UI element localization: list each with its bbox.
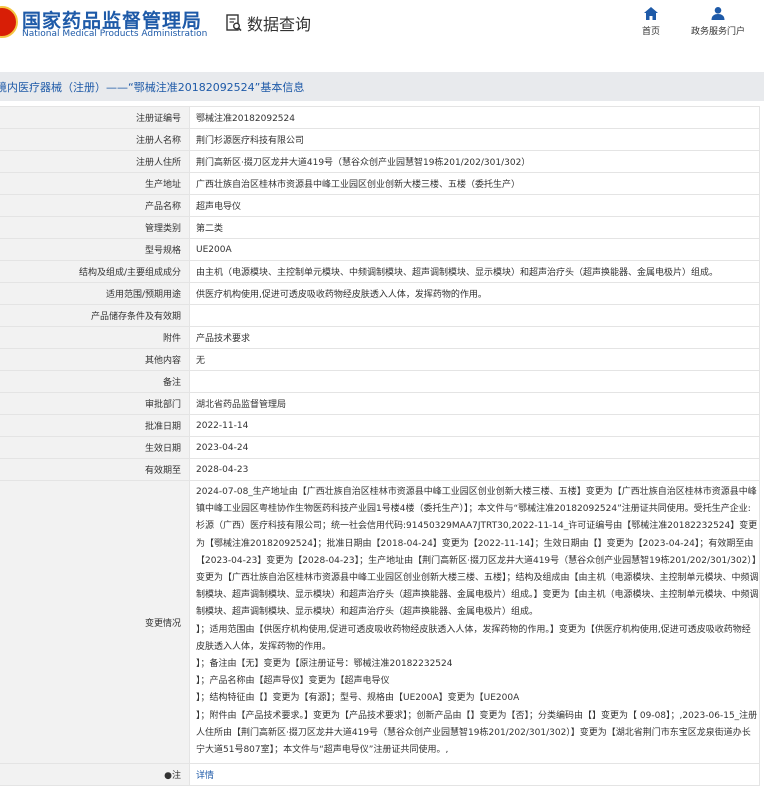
field-label: 注册人名称	[0, 128, 190, 151]
change-history-text: 】；产品名称由【超声导仪】变更为【超声电导仪	[196, 676, 390, 687]
field-label: 审批部门	[0, 392, 190, 415]
table-row: 注册人名称 荆门杉源医疗科技有限公司	[0, 128, 760, 151]
home-icon	[644, 7, 658, 20]
field-value: 2028-04-23	[189, 458, 760, 481]
table-row: 生产地址 广西壮族自治区桂林市资源县中峰工业园区创业创新大楼三楼、五楼（委托生产）	[0, 172, 760, 195]
note-label: ●注	[0, 763, 190, 787]
field-label: 注册人住所	[0, 150, 190, 173]
table-row: 适用范围/预期用途 供医疗机构使用,促进可透皮吸收药物经皮肤透入人体，发挥药物的作…	[0, 282, 760, 305]
table-row: 批准日期 2022-11-14	[0, 414, 760, 437]
field-value: 由主机（电源模块、主控制单元模块、中频调制模块、超声调制模块、显示模块）和超声治…	[189, 260, 760, 283]
table-row: 有效期至 2028-04-23	[0, 458, 760, 481]
field-value: 鄂械注准20182092524	[189, 106, 760, 129]
note-value: 详情	[189, 763, 760, 787]
field-value: 超声电导仪	[189, 194, 760, 217]
field-value: 第二类	[189, 216, 760, 239]
change-history-value: 2024-07-08_生产地址由【广西壮族自治区桂林市资源县中峰工业园区创业创新…	[189, 479, 760, 765]
note-row: ●注 详情	[0, 763, 760, 787]
field-value: 广西壮族自治区桂林市资源县中峰工业园区创业创新大楼三楼、五楼（委托生产）	[189, 172, 760, 195]
field-label: 型号规格	[0, 238, 190, 261]
table-row: 管理类别 第二类	[0, 216, 760, 239]
field-label: 生效日期	[0, 436, 190, 459]
change-history-label: 变更情况	[0, 479, 190, 765]
nav-service-portal[interactable]: 政务服务门户	[673, 7, 763, 37]
field-value: UE200A	[189, 238, 760, 261]
table-row: 产品储存条件及有效期	[0, 304, 760, 327]
page-title: 境内医疗器械（注册）——“鄂械注准20182092524”基本信息	[0, 81, 305, 94]
field-value: 2023-04-24	[189, 436, 760, 459]
table-row: 生效日期 2023-04-24	[0, 436, 760, 459]
field-value: 湖北省药品监督管理局	[189, 392, 760, 415]
change-history-text: 】；备注由【无】变更为【原注册证号：鄂械注准20182232524	[196, 659, 453, 670]
document-search-icon	[226, 14, 242, 32]
table-row: 附件 产品技术要求	[0, 326, 760, 349]
change-history-row: 变更情况 2024-07-08_生产地址由【广西壮族自治区桂林市资源县中峰工业园…	[0, 479, 760, 765]
user-icon	[711, 7, 725, 20]
field-value: 产品技术要求	[189, 326, 760, 349]
field-value: 荆门高新区·掇刀区龙井大道419号（慧谷众创产业园慧智19栋201/202/30…	[189, 150, 760, 173]
field-label: 有效期至	[0, 458, 190, 481]
field-value	[189, 304, 760, 327]
site-name-en: National Medical Products Administration	[22, 29, 208, 39]
field-label: 适用范围/预期用途	[0, 282, 190, 305]
field-value: 荆门杉源医疗科技有限公司	[189, 128, 760, 151]
table-row: 产品名称 超声电导仪	[0, 194, 760, 217]
national-emblem-icon	[0, 6, 18, 38]
registration-info-table: 注册证编号 鄂械注准20182092524 注册人名称 荆门杉源医疗科技有限公司 注…	[0, 106, 760, 787]
table-row: 注册人住所 荆门高新区·掇刀区龙井大道419号（慧谷众创产业园慧智19栋201/2…	[0, 150, 760, 173]
change-history-text: 】；附件由【产品技术要求。】变更为【产品技术要求】；创新产品由【】变更为【否】；…	[196, 710, 758, 756]
field-value: 2022-11-14	[189, 414, 760, 437]
table-row: 结构及组成/主要组成成分 由主机（电源模块、主控制单元模块、中频调制模块、超声调制…	[0, 260, 760, 283]
data-query-heading: 数据查询	[226, 11, 311, 35]
field-label: 备注	[0, 370, 190, 393]
field-label: 生产地址	[0, 172, 190, 195]
page-title-bar: 境内医疗器械（注册）——“鄂械注准20182092524”基本信息	[0, 72, 764, 101]
table-row: 审批部门 湖北省药品监督管理局	[0, 392, 760, 415]
nav-service-portal-label: 政务服务门户	[690, 27, 745, 37]
field-label: 结构及组成/主要组成成分	[0, 260, 190, 283]
nav-home-label: 首页	[641, 27, 660, 37]
data-query-label: 数据查询	[247, 15, 312, 34]
change-history-text: 】；结构特征由【】变更为【有源】；型号、规格由【UE200A】变更为【UE200…	[196, 693, 520, 704]
field-label: 注册证编号	[0, 106, 190, 129]
change-history-text: 】；适用范围由【供医疗机构使用,促进可透皮吸收药物经皮肤透入人体，发挥药物的作用…	[196, 624, 751, 652]
field-label: 管理类别	[0, 216, 190, 239]
change-history-text: 2024-07-08_生产地址由【广西壮族自治区桂林市资源县中峰工业园区创业创新…	[196, 487, 759, 618]
detail-link[interactable]: 详情	[196, 771, 214, 781]
field-label: 产品储存条件及有效期	[0, 304, 190, 327]
field-value: 无	[189, 348, 760, 371]
field-value	[189, 370, 760, 393]
table-row: 型号规格 UE200A	[0, 238, 760, 261]
field-label: 批准日期	[0, 414, 190, 437]
field-label: 附件	[0, 326, 190, 349]
table-row: 备注	[0, 370, 760, 393]
table-row: 注册证编号 鄂械注准20182092524	[0, 106, 760, 129]
field-label: 产品名称	[0, 194, 190, 217]
field-value: 供医疗机构使用,促进可透皮吸收药物经皮肤透入人体，发挥药物的作用。	[189, 282, 760, 305]
field-label: 其他内容	[0, 348, 190, 371]
table-row: 其他内容无	[0, 348, 760, 371]
site-header: 国家药品监督管理局 National Medical Products Admi…	[0, 0, 764, 58]
